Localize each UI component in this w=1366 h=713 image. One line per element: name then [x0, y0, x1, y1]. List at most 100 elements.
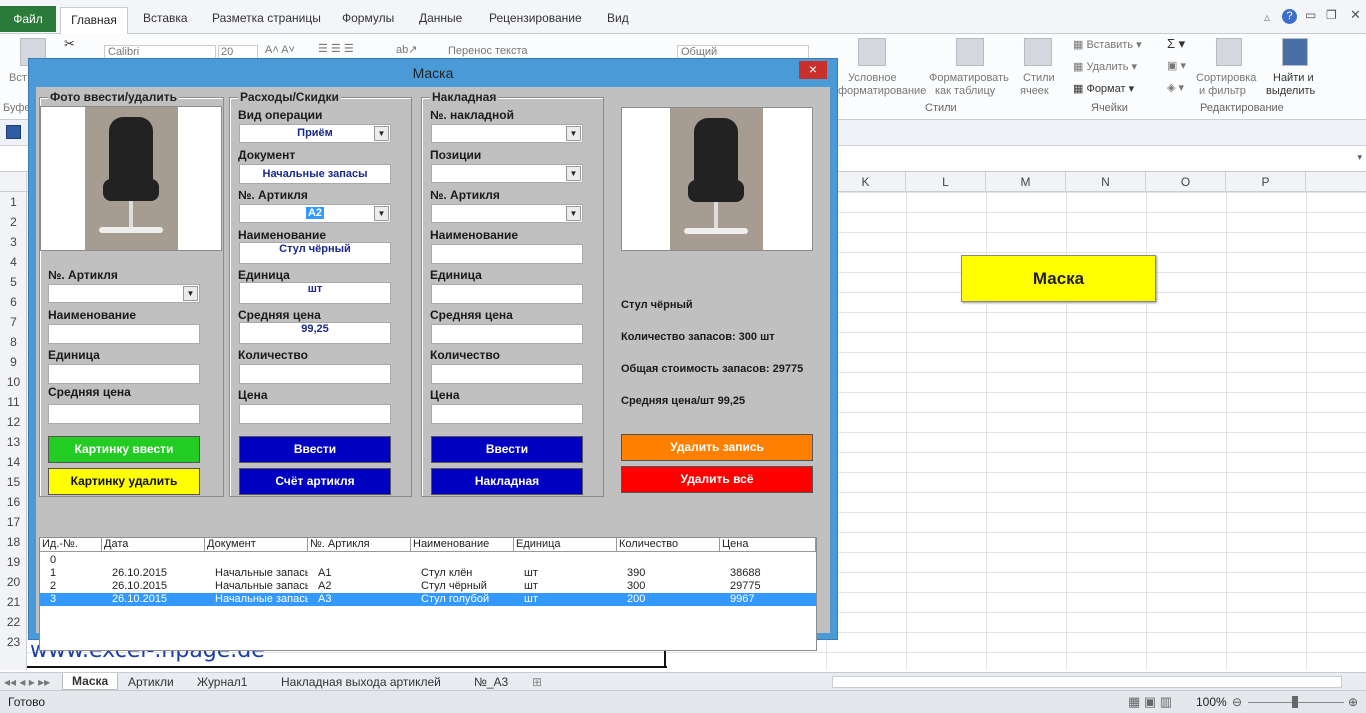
- tab-page-layout[interactable]: Разметка страницы: [212, 11, 321, 25]
- tab-data[interactable]: Данные: [419, 11, 462, 25]
- new-sheet-icon[interactable]: ⊞: [532, 675, 542, 689]
- cut-icon[interactable]: ✂: [64, 37, 75, 50]
- photo-article-select[interactable]: ▼: [48, 284, 200, 303]
- article-count-button[interactable]: Счёт артикля: [239, 468, 391, 495]
- row-header[interactable]: 16: [0, 495, 27, 509]
- collapse-ribbon-icon[interactable]: ▵: [1264, 10, 1270, 24]
- row-header[interactable]: 18: [0, 535, 27, 549]
- minimize-icon[interactable]: ▭: [1305, 8, 1316, 22]
- list-row[interactable]: 1 26.10.2015 Начальные запасы A1 Стул клён шт…: [40, 567, 816, 580]
- list-row[interactable]: 3 26.10.2015 Начальные запасы A3 Стул голубо…: [40, 593, 816, 606]
- row-header[interactable]: 21: [0, 595, 27, 609]
- select-all-corner[interactable]: [0, 172, 27, 192]
- row-header[interactable]: 17: [0, 515, 27, 529]
- expense-unit-field[interactable]: шт: [239, 282, 391, 304]
- dropdown-arrow-icon[interactable]: ▼: [183, 286, 198, 301]
- list-row[interactable]: 2 26.10.2015 Начальные запасы A2 Стул чёрный…: [40, 580, 816, 593]
- conditional-formatting-icon[interactable]: [858, 38, 886, 66]
- row-header[interactable]: 19: [0, 555, 27, 569]
- tab-formulas[interactable]: Формулы: [342, 11, 394, 25]
- cond-format-label-1[interactable]: Условное: [848, 72, 897, 85]
- add-image-button[interactable]: Картинку ввести: [48, 436, 200, 463]
- records-list[interactable]: Ид.-№. Дата Документ №. Артикля Наименование…: [39, 537, 817, 651]
- row-header[interactable]: 10: [0, 375, 27, 389]
- row-header[interactable]: 23: [0, 635, 27, 649]
- delete-cells-button[interactable]: ▦ Удалить ▾: [1073, 61, 1137, 74]
- tab-file[interactable]: Файл: [0, 6, 56, 32]
- save-icon[interactable]: [6, 125, 21, 139]
- mask-open-button[interactable]: Маска: [961, 255, 1156, 302]
- delete-all-button[interactable]: Удалить всё: [621, 466, 813, 493]
- view-mode-icon[interactable]: ▦ ▣ ▥: [1128, 694, 1172, 710]
- sheet-tab-journal[interactable]: Журнал1: [197, 675, 247, 689]
- find-select-label-2[interactable]: выделить: [1266, 85, 1315, 98]
- invoice-button[interactable]: Накладная: [431, 468, 583, 495]
- zoom-level[interactable]: 100%: [1196, 695, 1227, 709]
- expense-avg-price-field[interactable]: 99,25: [239, 322, 391, 344]
- row-header[interactable]: 3: [0, 235, 27, 249]
- column-header[interactable]: P: [1226, 172, 1306, 192]
- list-column-header[interactable]: Документ: [205, 538, 308, 552]
- photo-avg-price-field[interactable]: [48, 404, 200, 424]
- close-window-icon[interactable]: ✕: [1350, 7, 1361, 23]
- expense-quantity-field[interactable]: [239, 364, 391, 384]
- list-column-header[interactable]: №. Артикля: [308, 538, 411, 552]
- column-header[interactable]: N: [1066, 172, 1146, 192]
- expense-enter-button[interactable]: Ввести: [239, 436, 391, 463]
- sheet-tab-a3[interactable]: №_A3: [474, 675, 508, 689]
- sheet-tab-invoice[interactable]: Накладная выхода артиклей: [281, 675, 441, 689]
- dropdown-arrow-icon[interactable]: ▼: [566, 206, 581, 221]
- row-header[interactable]: 11: [0, 395, 27, 409]
- restore-icon[interactable]: ❐: [1326, 8, 1337, 22]
- photo-name-field[interactable]: [48, 324, 200, 344]
- dropdown-arrow-icon[interactable]: ▼: [566, 126, 581, 141]
- find-binoculars-icon[interactable]: [1282, 38, 1308, 66]
- expand-formula-icon[interactable]: ▾: [1357, 152, 1362, 163]
- insert-cells-button[interactable]: ▦ Вставить ▾: [1073, 39, 1142, 52]
- row-header[interactable]: 12: [0, 415, 27, 429]
- list-column-header[interactable]: Наименование: [411, 538, 514, 552]
- invoice-quantity-field[interactable]: [431, 364, 583, 384]
- autosum-icon[interactable]: Σ ▾: [1167, 37, 1185, 50]
- wrap-text-button[interactable]: Перенос текста: [448, 45, 528, 58]
- help-icon[interactable]: ?: [1282, 9, 1297, 24]
- row-header[interactable]: 13: [0, 435, 27, 449]
- delete-record-button[interactable]: Удалить запись: [621, 434, 813, 461]
- cond-format-label-2[interactable]: форматирование: [838, 85, 926, 98]
- positions-select[interactable]: ▼: [431, 164, 583, 183]
- tab-insert[interactable]: Вставка: [143, 11, 188, 25]
- format-table-label-1[interactable]: Форматировать: [929, 72, 1009, 85]
- zoom-in-icon[interactable]: ⊕: [1348, 695, 1358, 709]
- expense-price-field[interactable]: [239, 404, 391, 424]
- invoice-price-field[interactable]: [431, 404, 583, 424]
- tab-home[interactable]: Главная: [60, 7, 128, 34]
- format-as-table-icon[interactable]: [956, 38, 984, 66]
- cell-styles-icon[interactable]: [1024, 38, 1052, 66]
- sheet-nav-icon[interactable]: ◂◂ ◂ ▸ ▸▸: [4, 675, 50, 689]
- expense-name-field[interactable]: Стул чёрный: [239, 242, 391, 264]
- find-select-label-1[interactable]: Найти и: [1273, 72, 1314, 85]
- invoice-number-select[interactable]: ▼: [431, 124, 583, 143]
- row-header[interactable]: 15: [0, 475, 27, 489]
- sort-filter-icon[interactable]: [1216, 38, 1242, 66]
- sheet-tab-articles[interactable]: Артикли: [128, 675, 174, 689]
- invoice-enter-button[interactable]: Ввести: [431, 436, 583, 463]
- row-header[interactable]: 8: [0, 335, 27, 349]
- column-header[interactable]: L: [906, 172, 986, 192]
- dialog-close-button[interactable]: ×: [799, 61, 827, 79]
- grow-font-icon[interactable]: A˄ A˅: [265, 44, 295, 57]
- list-column-header[interactable]: Дата: [102, 538, 205, 552]
- column-header[interactable]: O: [1146, 172, 1226, 192]
- list-column-header[interactable]: Количество: [617, 538, 720, 552]
- photo-unit-field[interactable]: [48, 364, 200, 384]
- sort-filter-label-1[interactable]: Сортировка: [1196, 72, 1256, 85]
- row-header[interactable]: 5: [0, 275, 27, 289]
- document-field[interactable]: Начальные запасы: [239, 164, 391, 184]
- align-top-icon[interactable]: ☰ ☰ ☰: [318, 43, 354, 56]
- invoice-unit-field[interactable]: [431, 284, 583, 304]
- dropdown-arrow-icon[interactable]: ▼: [374, 126, 389, 141]
- invoice-article-select[interactable]: ▼: [431, 204, 583, 223]
- operation-select[interactable]: Приём ▼: [239, 124, 391, 143]
- dropdown-arrow-icon[interactable]: ▼: [566, 166, 581, 181]
- list-column-header[interactable]: Единица: [514, 538, 617, 552]
